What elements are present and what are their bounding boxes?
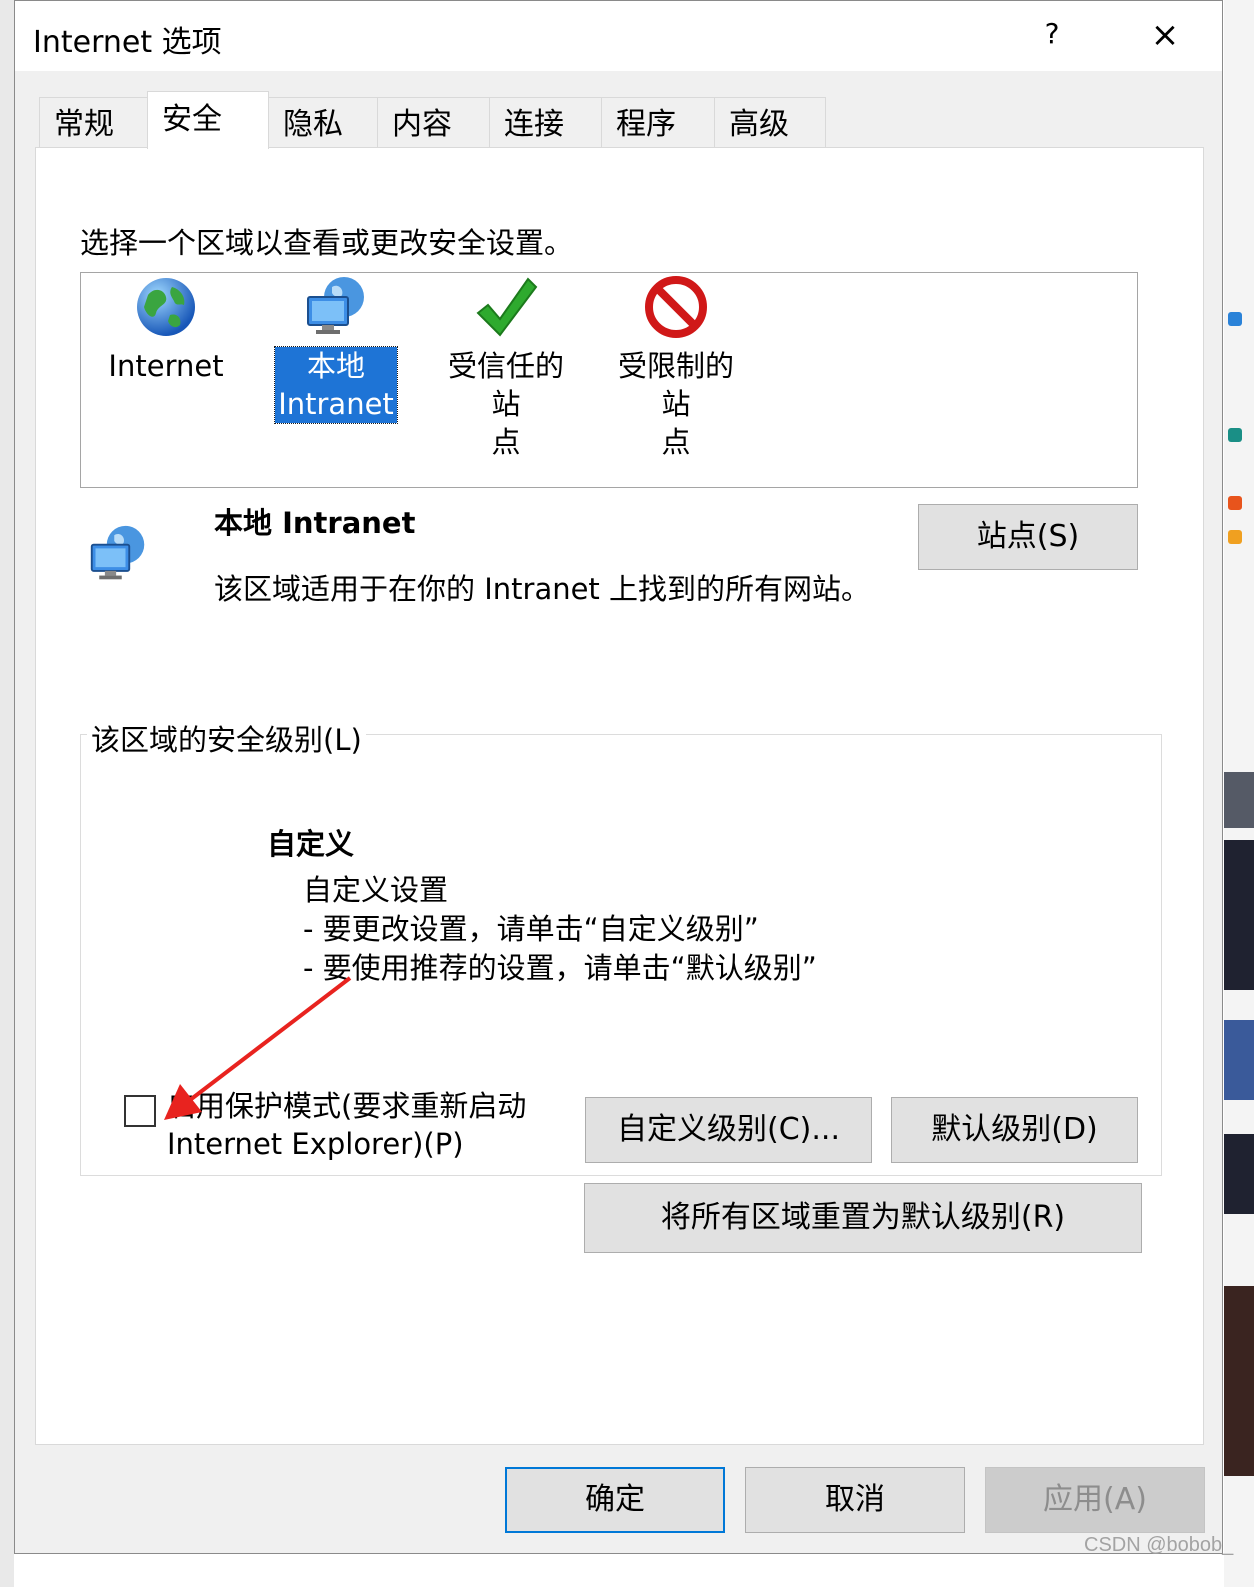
- watermark: CSDN @bobob_: [1084, 1534, 1234, 1556]
- background-window-edge-left: [0, 0, 14, 1587]
- zone-internet[interactable]: Internet: [91, 273, 241, 385]
- zone-trusted-sites-label: 受信任的站点: [447, 349, 564, 459]
- close-button[interactable]: ×: [1145, 15, 1185, 55]
- tab-privacy[interactable]: 隐私: [268, 97, 378, 147]
- network-computer-icon: [307, 277, 364, 334]
- zone-restricted-sites[interactable]: 受限制的站点: [601, 273, 751, 461]
- security-level-group: 该区域的安全级别(L) 自定义 自定义设置 - 要更改设置，请单击“自定义级别”…: [80, 717, 1162, 1176]
- title-bar: Internet 选项 ? ×: [15, 1, 1222, 71]
- sites-button[interactable]: 站点(S): [918, 504, 1138, 570]
- zone-internet-label: Internet: [108, 349, 224, 383]
- zone-trusted-sites[interactable]: 受信任的站点: [431, 273, 581, 461]
- security-level-description: 自定义设置 - 要更改设置，请单击“自定义级别” - 要使用推荐的设置，请单击“…: [303, 873, 817, 985]
- checkmark-icon: [476, 277, 538, 337]
- tab-general[interactable]: 常规: [39, 97, 148, 147]
- background-window-edge-right: [1224, 0, 1254, 1587]
- zone-restricted-sites-label: 受限制的站点: [617, 349, 734, 459]
- selected-zone-name: 本地 Intranet: [214, 506, 416, 540]
- security-tab-panel: 选择一个区域以查看或更改安全设置。 Internet 本地 Intranet 受…: [35, 147, 1204, 1445]
- ok-button[interactable]: 确定: [505, 1467, 725, 1533]
- tab-connections[interactable]: 连接: [489, 97, 602, 147]
- tab-security[interactable]: 安全: [147, 91, 269, 149]
- security-level-legend: 该区域的安全级别(L): [87, 717, 366, 759]
- zone-local-intranet-label: 本地 Intranet: [274, 346, 398, 424]
- security-level-title: 自定义: [267, 827, 355, 861]
- tab-content[interactable]: 内容: [377, 97, 490, 147]
- selected-zone-description: 该区域适用于在你的 Intranet 上找到的所有网站。: [214, 572, 871, 606]
- tab-programs[interactable]: 程序: [601, 97, 715, 147]
- internet-options-dialog: Internet 选项 ? × 常规 安全 隐私 内容 连接 程序 高级 选择一…: [14, 0, 1223, 1554]
- reset-all-zones-button[interactable]: 将所有区域重置为默认级别(R): [584, 1183, 1142, 1253]
- globe-icon: [137, 278, 195, 336]
- zone-local-intranet[interactable]: 本地 Intranet: [261, 273, 411, 424]
- forbidden-icon: [645, 276, 707, 338]
- default-level-button[interactable]: 默认级别(D): [891, 1097, 1138, 1163]
- tab-advanced[interactable]: 高级: [714, 97, 826, 147]
- cancel-button[interactable]: 取消: [745, 1467, 965, 1533]
- help-button[interactable]: ?: [1037, 17, 1067, 53]
- zone-list[interactable]: Internet 本地 Intranet 受信任的站点 受限制的站 点: [80, 272, 1138, 488]
- custom-level-button[interactable]: 自定义级别(C)...: [585, 1097, 872, 1163]
- protected-mode-label[interactable]: 启用保护模式(要求重新启动 Internet Explorer)(P): [167, 1087, 557, 1163]
- apply-button[interactable]: 应用(A): [985, 1467, 1205, 1533]
- protected-mode-checkbox[interactable]: [124, 1095, 156, 1127]
- network-computer-icon: [90, 525, 145, 580]
- dialog-title: Internet 选项: [33, 25, 222, 60]
- zone-intro-text: 选择一个区域以查看或更改安全设置。: [80, 226, 574, 260]
